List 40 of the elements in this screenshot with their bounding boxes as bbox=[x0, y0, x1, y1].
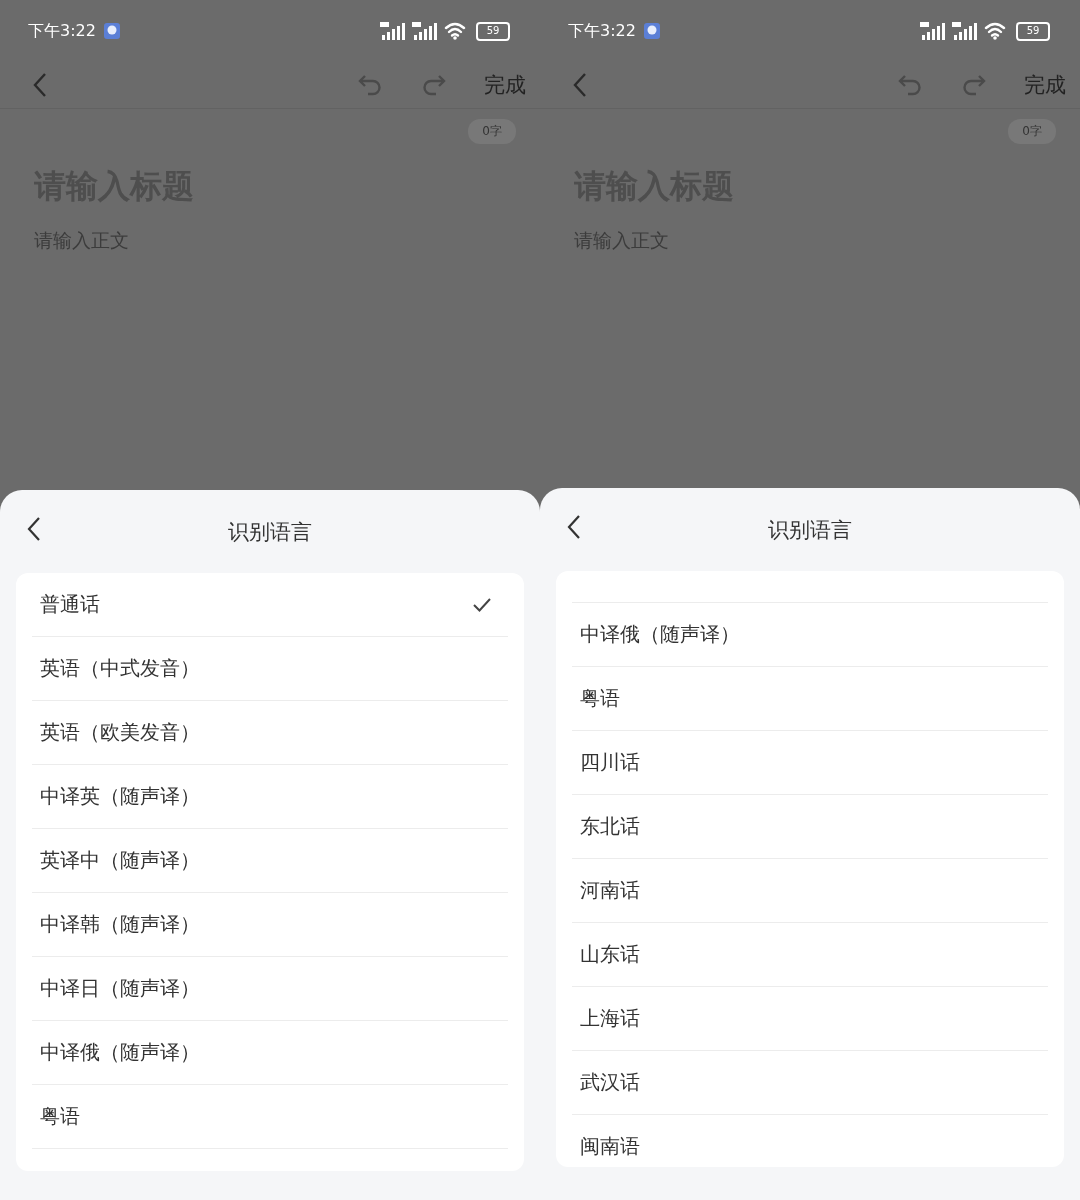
language-option[interactable]: 英语（欧美发音） bbox=[32, 701, 508, 765]
battery-icon: 59 bbox=[476, 21, 510, 41]
word-count: 0字 bbox=[468, 119, 516, 144]
language-option[interactable]: 山东话 bbox=[572, 923, 1048, 987]
signal-icon bbox=[380, 22, 406, 40]
word-count: 0字 bbox=[1008, 119, 1056, 144]
language-option[interactable]: 粤语 bbox=[572, 667, 1048, 731]
language-option[interactable]: 武汉话 bbox=[572, 1051, 1048, 1115]
undo-icon[interactable] bbox=[356, 73, 384, 97]
battery-icon: 59 bbox=[1016, 21, 1050, 41]
status-time: 下午3:22 bbox=[568, 20, 636, 42]
language-option[interactable]: 四川话 bbox=[572, 731, 1048, 795]
wifi-icon bbox=[984, 22, 1006, 40]
language-option[interactable]: 中译英（随声译） bbox=[32, 765, 508, 829]
sheet-title: 识别语言 bbox=[768, 516, 852, 544]
sheet-title: 识别语言 bbox=[228, 518, 312, 546]
language-option[interactable]: 东北话 bbox=[572, 795, 1048, 859]
back-icon[interactable] bbox=[566, 514, 582, 540]
status-time: 下午3:22 bbox=[28, 20, 96, 42]
notification-app-icon bbox=[643, 23, 660, 39]
language-option[interactable]: 中译俄（随声译） bbox=[572, 603, 1048, 667]
signal-icon bbox=[412, 22, 438, 40]
wifi-icon bbox=[444, 22, 466, 40]
language-option[interactable]: 中译韩（随声译） bbox=[32, 893, 508, 957]
signal-icon bbox=[920, 22, 946, 40]
notification-app-icon bbox=[103, 23, 120, 39]
signal-icon bbox=[952, 22, 978, 40]
language-option[interactable]: 普通话 bbox=[32, 573, 508, 637]
undo-icon[interactable] bbox=[896, 73, 924, 97]
back-icon[interactable] bbox=[26, 516, 42, 542]
language-option[interactable]: 英译中（随声译） bbox=[32, 829, 508, 893]
language-option[interactable]: 中译日（随声译） bbox=[32, 957, 508, 1021]
redo-icon[interactable] bbox=[960, 73, 988, 97]
language-option[interactable]: 中译俄（随声译） bbox=[32, 1021, 508, 1085]
language-option[interactable]: 粤语 bbox=[32, 1085, 508, 1149]
language-option[interactable]: 河南话 bbox=[572, 859, 1048, 923]
language-option[interactable]: 英语（中式发音） bbox=[32, 637, 508, 701]
redo-icon[interactable] bbox=[420, 73, 448, 97]
language-option[interactable]: 上海话 bbox=[572, 987, 1048, 1051]
language-option[interactable]: 闽南语 bbox=[572, 1115, 1048, 1167]
